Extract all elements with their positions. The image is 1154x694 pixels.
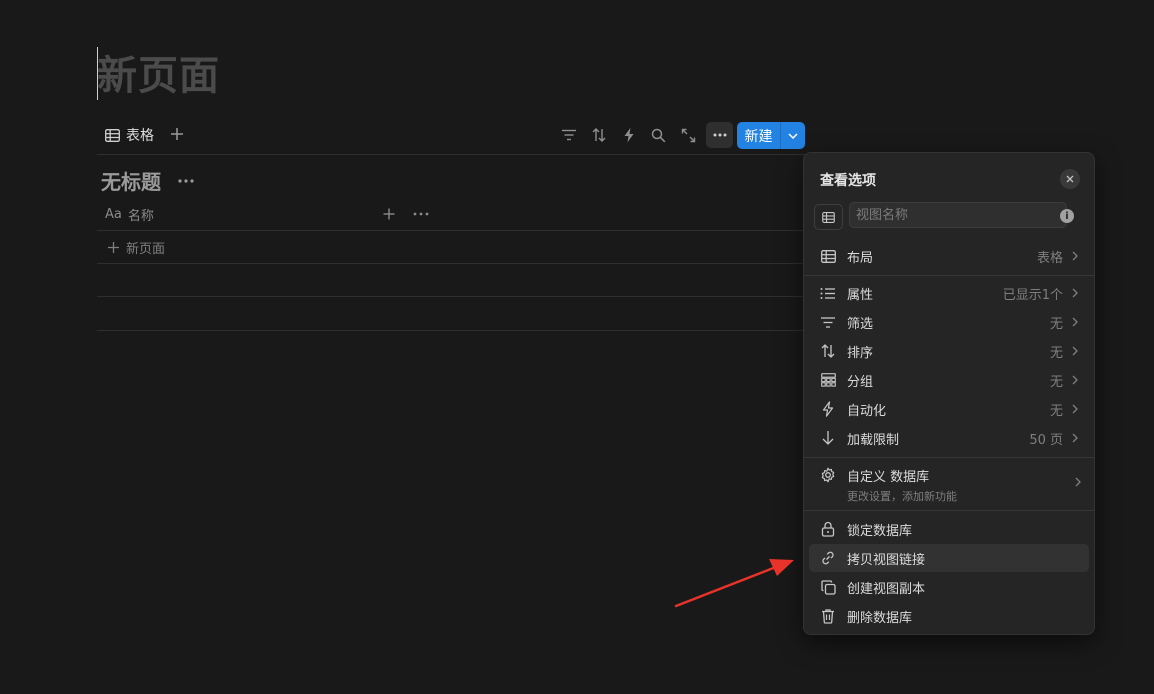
row-divider <box>97 230 805 231</box>
sort-icon[interactable] <box>588 124 610 146</box>
add-column-icon[interactable] <box>381 206 397 222</box>
menu-item-sort[interactable]: 排序 无 <box>809 337 1089 365</box>
chevron-right-icon <box>1069 251 1081 261</box>
lock-icon <box>817 521 839 537</box>
lightning-icon[interactable] <box>618 124 640 146</box>
filter-icon[interactable] <box>558 124 580 146</box>
column-header-name[interactable]: Aa 名称 <box>105 205 154 224</box>
menu-item-delete-database[interactable]: 删除数据库 <box>809 602 1089 630</box>
info-icon[interactable]: i <box>1060 209 1074 223</box>
row-divider <box>97 263 805 264</box>
chevron-right-icon <box>1069 288 1081 298</box>
group-icon <box>817 373 839 387</box>
arrow-down-icon <box>817 430 839 446</box>
menu-item-label: 删除数据库 <box>847 610 913 626</box>
chevron-down-icon[interactable] <box>781 122 805 149</box>
duplicate-icon <box>817 579 839 595</box>
menu-item-value: 已显示1个 <box>1002 287 1063 303</box>
chevron-right-icon <box>1075 477 1081 487</box>
menu-title: 查看选项 <box>820 173 876 189</box>
menu-item-label: 自定义 数据库 <box>847 470 930 485</box>
menu-divider <box>804 275 1094 276</box>
new-row-label: 新页面 <box>126 242 166 257</box>
list-icon <box>817 287 839 300</box>
menu-item-layout[interactable]: 布局 表格 <box>809 242 1089 270</box>
view-icon-button[interactable] <box>814 204 843 230</box>
close-icon[interactable] <box>1060 169 1080 189</box>
table-icon <box>105 128 120 142</box>
table-icon <box>817 249 839 263</box>
annotation-arrow-icon <box>670 555 800 615</box>
more-icon[interactable] <box>706 122 733 148</box>
menu-item-lock-database[interactable]: 锁定数据库 <box>809 515 1089 543</box>
menu-item-label: 分组 <box>847 374 874 390</box>
filter-icon <box>817 316 839 329</box>
column-more-icon[interactable] <box>412 206 430 222</box>
menu-item-label: 加载限制 <box>847 432 900 448</box>
menu-item-properties[interactable]: 属性 已显示1个 <box>809 279 1089 307</box>
menu-item-value: 无 <box>1049 403 1063 419</box>
chevron-right-icon <box>1069 375 1081 385</box>
menu-item-label: 创建视图副本 <box>847 581 926 597</box>
menu-item-label: 布局 <box>847 250 874 266</box>
tab-divider <box>97 154 805 155</box>
menu-item-value: 无 <box>1049 316 1063 332</box>
menu-item-value: 无 <box>1049 374 1063 390</box>
menu-item-label: 拷贝视图链接 <box>847 552 926 568</box>
trash-icon <box>817 608 839 624</box>
new-row-button[interactable]: 新页面 <box>107 238 165 257</box>
lightning-icon <box>817 401 839 417</box>
row-divider <box>97 296 805 297</box>
menu-item-label: 属性 <box>847 287 874 303</box>
chevron-right-icon <box>1069 433 1081 443</box>
menu-item-automation[interactable]: 自动化 无 <box>809 395 1089 423</box>
plus-icon <box>107 241 120 254</box>
menu-item-label: 排序 <box>847 345 874 361</box>
menu-item-description: 更改设置，添加新功能 <box>847 490 957 503</box>
menu-item-filter[interactable]: 筛选 无 <box>809 308 1089 336</box>
row-divider <box>97 330 805 331</box>
menu-item-value: 表格 <box>1036 250 1063 266</box>
gear-icon <box>817 467 839 483</box>
text-property-icon: Aa <box>105 207 122 222</box>
chevron-right-icon <box>1069 317 1081 327</box>
column-name: 名称 <box>127 209 154 224</box>
new-button-group: 新建 <box>737 122 805 149</box>
menu-item-load-limit[interactable]: 加载限制 50 页 <box>809 424 1089 452</box>
menu-item-label: 锁定数据库 <box>847 523 913 539</box>
expand-icon[interactable] <box>677 124 699 146</box>
database-title[interactable]: 无标题 <box>101 168 161 196</box>
menu-divider <box>804 457 1094 458</box>
add-view-icon[interactable] <box>168 125 186 143</box>
link-icon <box>817 550 839 566</box>
menu-item-value: 无 <box>1049 345 1063 361</box>
page-title[interactable]: 新页面 <box>97 50 220 102</box>
menu-item-label: 自动化 <box>847 403 887 419</box>
view-options-menu: 查看选项 i 布局 表格 属性 已显示1个 筛选 无 <box>803 152 1095 635</box>
menu-item-duplicate-view[interactable]: 创建视图副本 <box>809 573 1089 601</box>
menu-item-group[interactable]: 分组 无 <box>809 366 1089 394</box>
database-more-icon[interactable] <box>177 173 195 189</box>
menu-item-value: 50 页 <box>1029 432 1063 448</box>
view-name-input[interactable] <box>849 202 1067 228</box>
search-icon[interactable] <box>647 124 669 146</box>
chevron-right-icon <box>1069 346 1081 356</box>
menu-item-label: 筛选 <box>847 316 874 332</box>
tab-label: 表格 <box>126 128 154 144</box>
tab-table-view[interactable]: 表格 <box>105 124 154 146</box>
menu-divider <box>804 510 1094 511</box>
sort-icon <box>817 343 839 359</box>
menu-item-customize-database[interactable]: 自定义 数据库 更改设置，添加新功能 <box>809 460 1089 504</box>
menu-item-copy-view-link[interactable]: 拷贝视图链接 <box>809 544 1089 572</box>
new-button[interactable]: 新建 <box>737 122 780 149</box>
chevron-right-icon <box>1069 404 1081 414</box>
